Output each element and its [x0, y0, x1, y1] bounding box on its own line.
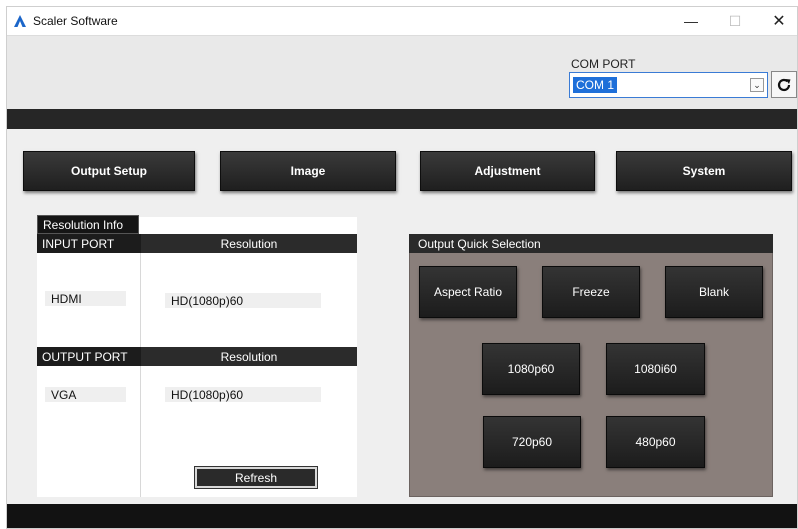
app-logo-icon [14, 15, 26, 27]
refresh-icon [777, 78, 791, 91]
output-setup-button[interactable]: Output Setup [23, 151, 195, 191]
com-refresh-button[interactable] [771, 71, 797, 98]
maximize-button[interactable]: ☐ [713, 7, 757, 35]
app-window: Scaler Software — ☐ ✕ COM PORT COM 1 ⌄ O… [6, 6, 798, 529]
com-port-select[interactable]: COM 1 ⌄ [569, 72, 768, 98]
mode-1080p60-button[interactable]: 1080p60 [482, 343, 580, 395]
close-button[interactable]: ✕ [757, 7, 797, 35]
image-button[interactable]: Image [220, 151, 396, 191]
input-port-header: INPUT PORT [37, 234, 141, 253]
status-bar [7, 504, 797, 528]
window-title: Scaler Software [33, 14, 118, 28]
chevron-down-icon[interactable]: ⌄ [750, 78, 764, 92]
blank-button[interactable]: Blank [665, 266, 763, 318]
output-resolution-header: Resolution [141, 347, 357, 366]
output-port-value: VGA [45, 387, 126, 402]
mode-480p60-button[interactable]: 480p60 [606, 416, 705, 468]
output-resolution-value: HD(1080p)60 [165, 387, 321, 402]
com-port-value: COM 1 [573, 77, 618, 93]
minimize-button[interactable]: — [669, 7, 713, 35]
header-divider-bar [7, 109, 797, 129]
mode-1080i60-button[interactable]: 1080i60 [606, 343, 705, 395]
resolution-info-tab: Resolution Info [37, 215, 139, 234]
aspect-ratio-button[interactable]: Aspect Ratio [419, 266, 517, 318]
input-resolution-header: Resolution [141, 234, 357, 253]
com-port-label: COM PORT [571, 57, 636, 71]
refresh-button[interactable]: Refresh [194, 466, 318, 489]
input-resolution-value: HD(1080p)60 [165, 293, 321, 308]
mode-720p60-button[interactable]: 720p60 [483, 416, 581, 468]
system-button[interactable]: System [616, 151, 792, 191]
output-port-header: OUTPUT PORT [37, 347, 141, 366]
freeze-button[interactable]: Freeze [542, 266, 640, 318]
adjustment-button[interactable]: Adjustment [420, 151, 595, 191]
title-bar: Scaler Software — ☐ ✕ [7, 7, 797, 35]
output-quick-selection-header: Output Quick Selection [409, 234, 773, 253]
input-port-value: HDMI [45, 291, 126, 306]
